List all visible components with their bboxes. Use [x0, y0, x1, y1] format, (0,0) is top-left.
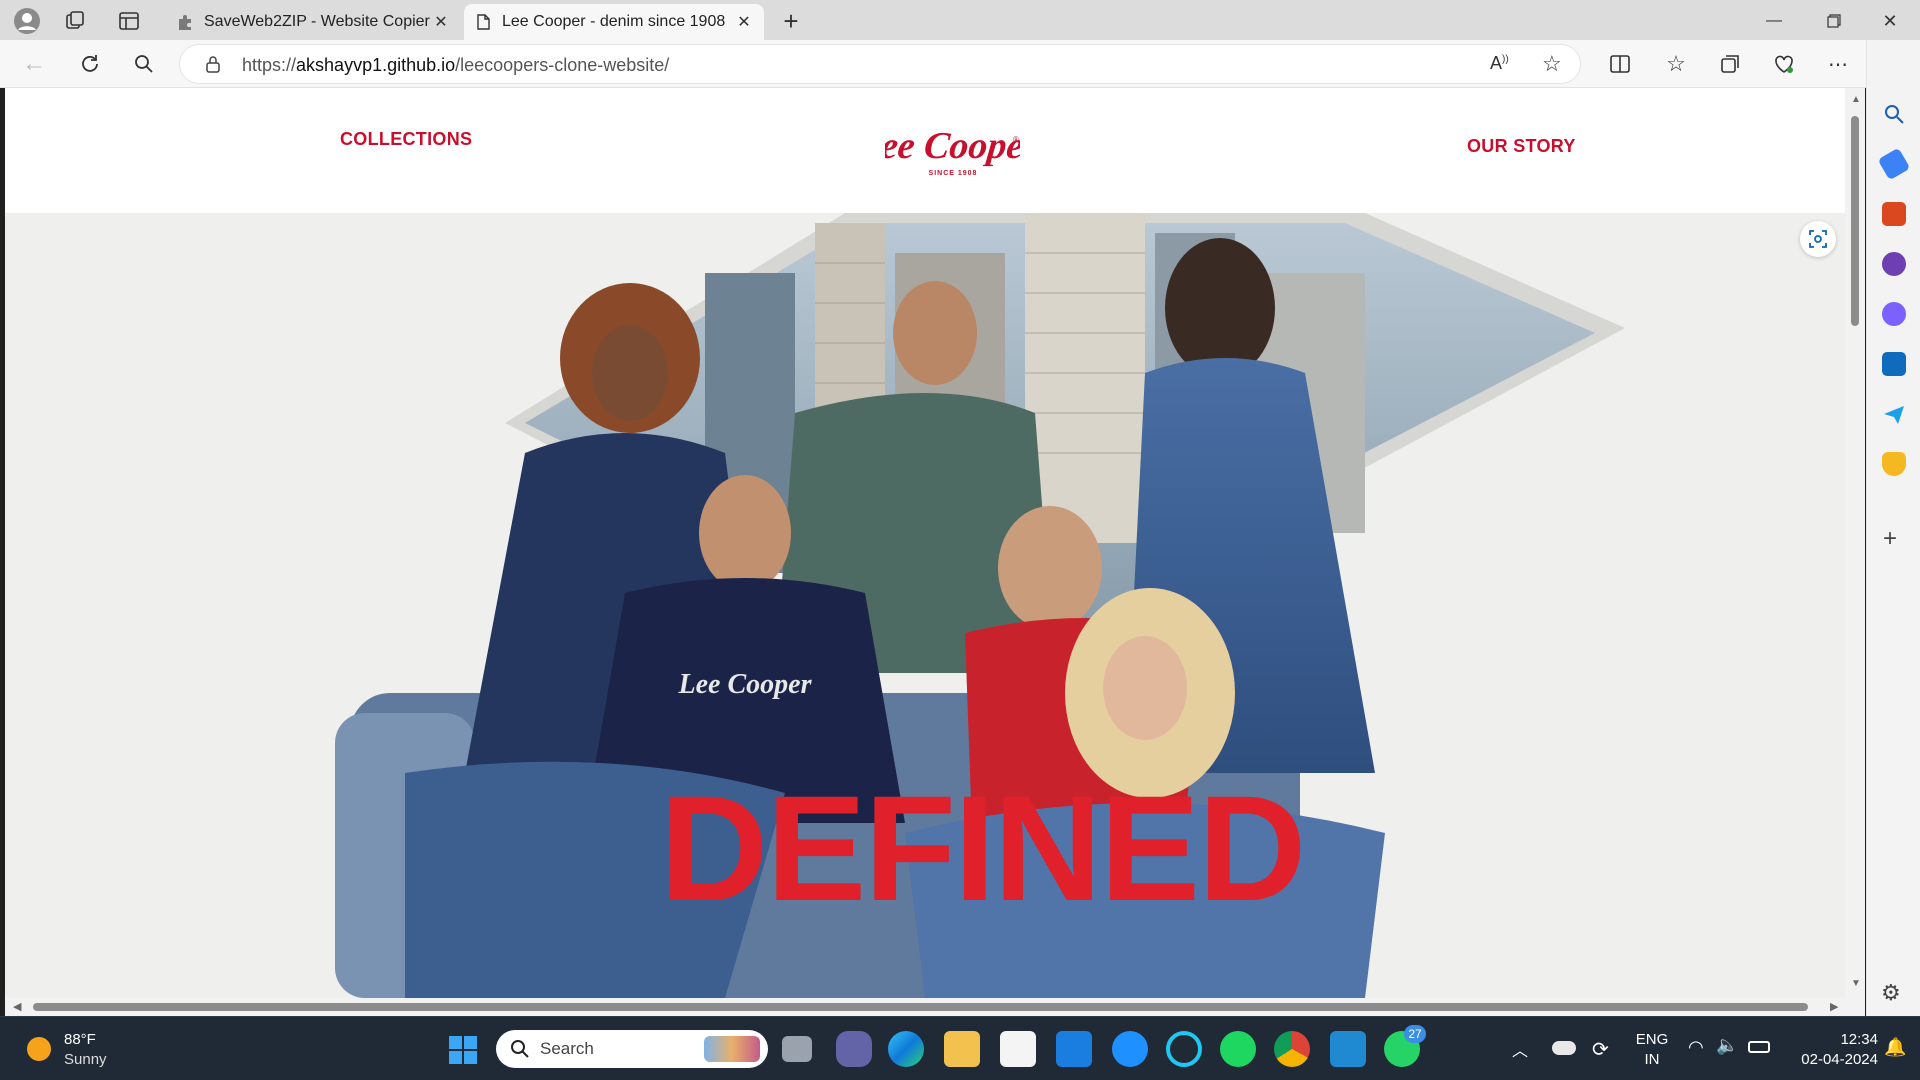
- teams-chat-icon[interactable]: [836, 1031, 872, 1067]
- browser-essentials-icon[interactable]: [1770, 50, 1798, 78]
- file-explorer-icon[interactable]: [944, 1031, 980, 1067]
- send-icon[interactable]: [1882, 402, 1906, 426]
- more-menu-icon[interactable]: ⋯: [1824, 50, 1852, 78]
- close-tab-icon[interactable]: ✕: [431, 12, 451, 32]
- favorites-icon[interactable]: ☆: [1662, 50, 1690, 78]
- outlook-icon[interactable]: [1882, 352, 1906, 376]
- clock-date[interactable]: 02-04-2024: [1778, 1051, 1878, 1068]
- language-top[interactable]: ENG: [1632, 1031, 1672, 1048]
- vertical-tabs-icon[interactable]: [116, 8, 142, 34]
- wifi-icon[interactable]: ◠: [1688, 1037, 1704, 1058]
- onedrive-icon[interactable]: [1552, 1041, 1576, 1055]
- battery-icon[interactable]: [1748, 1041, 1770, 1053]
- refresh-icon[interactable]: [76, 50, 104, 78]
- hero-banner: Lee Cooper DEFINED: [5, 213, 1845, 998]
- edge-sidebar: + ⚙: [1866, 40, 1920, 1016]
- svg-text:SINCE 1908: SINCE 1908: [929, 170, 978, 177]
- alexa-icon[interactable]: [1166, 1031, 1202, 1067]
- show-hidden-icons[interactable]: ︿: [1512, 1037, 1528, 1061]
- collections-icon[interactable]: [1716, 50, 1744, 78]
- puzzle-icon: [176, 13, 194, 31]
- taskbar-search-box[interactable]: Search: [496, 1030, 768, 1068]
- split-screen-icon[interactable]: [1606, 50, 1634, 78]
- vertical-scroll-thumb[interactable]: [1851, 116, 1859, 326]
- address-bar[interactable]: https://akshayvp1.github.io/leecoopers-c…: [180, 45, 1580, 83]
- svg-text:Lee Cooper: Lee Cooper: [678, 669, 813, 700]
- minimize-button[interactable]: —: [1754, 6, 1794, 36]
- svg-text:®: ®: [1013, 135, 1019, 144]
- nav-our-story-link[interactable]: OUR STORY: [1467, 136, 1576, 157]
- browser-toolbar: ← https://akshayvp1.github.io/leecoopers…: [0, 40, 1920, 88]
- scroll-left-arrow[interactable]: ◀: [13, 1000, 21, 1013]
- back-icon[interactable]: ←: [20, 50, 48, 78]
- url-text: https://akshayvp1.github.io/leecoopers-c…: [242, 55, 670, 75]
- tab-lee-cooper[interactable]: Lee Cooper - denim since 1908 ✕: [464, 4, 764, 40]
- vscode-icon[interactable]: [1330, 1031, 1366, 1067]
- horizontal-scroll-thumb[interactable]: [33, 1003, 1808, 1011]
- microsoft-365-icon[interactable]: [1882, 302, 1906, 326]
- games-icon[interactable]: [1882, 252, 1906, 276]
- taskbar-search-placeholder: Search: [540, 1039, 594, 1058]
- sidebar-settings-icon[interactable]: ⚙: [1881, 980, 1901, 1006]
- task-view-icon[interactable]: [782, 1036, 812, 1062]
- language-bottom[interactable]: IN: [1632, 1051, 1672, 1068]
- visual-search-icon[interactable]: [1800, 221, 1836, 257]
- chrome-icon[interactable]: [1274, 1031, 1310, 1067]
- add-sidebar-app-icon[interactable]: +: [1883, 525, 1897, 553]
- tab-strip: SaveWeb2ZIP - Website Copier O ✕ Lee Coo…: [0, 0, 1920, 40]
- horizontal-scrollbar[interactable]: ◀ ▶: [5, 998, 1865, 1016]
- nav-collections-link[interactable]: COLLECTIONS: [340, 129, 472, 150]
- windows-taskbar: 88°F Sunny Search 27 ︿ ⟳ ENG IN ◠ 🔈 12:3…: [0, 1016, 1920, 1080]
- favorite-star-icon[interactable]: ☆: [1542, 51, 1562, 77]
- new-tab-button[interactable]: +: [776, 6, 806, 36]
- restore-button[interactable]: [1814, 6, 1854, 36]
- sync-icon[interactable]: ⟳: [1592, 1037, 1609, 1062]
- taskbar-search-icon: [510, 1039, 530, 1064]
- hero-title: DEFINED: [660, 764, 1306, 932]
- close-window-button[interactable]: ✕: [1870, 6, 1910, 36]
- vertical-scrollbar[interactable]: ▲ ▼: [1845, 88, 1865, 998]
- weather-sun-icon[interactable]: [27, 1037, 51, 1061]
- site-header: COLLECTIONS Lee Cooper ® SINCE 1908 OUR …: [5, 88, 1845, 213]
- sidebar-search-icon[interactable]: [1882, 102, 1906, 126]
- tools-briefcase-icon[interactable]: [1882, 202, 1906, 226]
- edge-taskbar-icon[interactable]: [888, 1031, 924, 1067]
- shopping-tag-icon[interactable]: [1877, 147, 1911, 181]
- help-icon[interactable]: [1112, 1031, 1148, 1067]
- scroll-right-arrow[interactable]: ▶: [1830, 1000, 1838, 1013]
- whatsapp-icon[interactable]: 27: [1384, 1025, 1426, 1067]
- drop-icon[interactable]: [1882, 452, 1906, 476]
- weather-desc[interactable]: Sunny: [64, 1051, 107, 1068]
- weather-temp[interactable]: 88°F: [64, 1031, 96, 1048]
- page-icon: [474, 13, 492, 31]
- spotify-icon[interactable]: [1220, 1031, 1256, 1067]
- microsoft-store-icon[interactable]: [1000, 1031, 1036, 1067]
- volume-icon[interactable]: 🔈: [1716, 1035, 1738, 1056]
- whatsapp-badge: 27: [1404, 1025, 1426, 1043]
- start-button[interactable]: [448, 1035, 478, 1065]
- myhp-icon[interactable]: [1056, 1031, 1092, 1067]
- tab-title: SaveWeb2ZIP - Website Copier O: [204, 13, 431, 30]
- svg-text:Lee Cooper: Lee Cooper: [885, 125, 1020, 167]
- tab-title: Lee Cooper - denim since 1908: [502, 13, 726, 30]
- search-highlight-icon: [704, 1036, 760, 1062]
- notification-bell-icon[interactable]: 🔔: [1884, 1037, 1906, 1058]
- workspaces-icon[interactable]: [62, 8, 88, 34]
- scroll-down-arrow[interactable]: ▼: [1851, 978, 1861, 989]
- tab-saveweb2zip[interactable]: SaveWeb2ZIP - Website Copier O ✕: [166, 4, 461, 40]
- scroll-up-arrow[interactable]: ▲: [1851, 94, 1861, 105]
- lee-cooper-logo[interactable]: Lee Cooper ® SINCE 1908: [855, 118, 1042, 180]
- lock-icon[interactable]: [204, 55, 222, 73]
- web-page: COLLECTIONS Lee Cooper ® SINCE 1908 OUR …: [5, 88, 1845, 998]
- close-tab-icon[interactable]: ✕: [734, 12, 754, 32]
- read-aloud-icon[interactable]: A)): [1490, 53, 1509, 74]
- profile-icon[interactable]: [12, 6, 42, 36]
- search-icon[interactable]: [130, 50, 158, 78]
- clock-time[interactable]: 12:34: [1778, 1031, 1878, 1048]
